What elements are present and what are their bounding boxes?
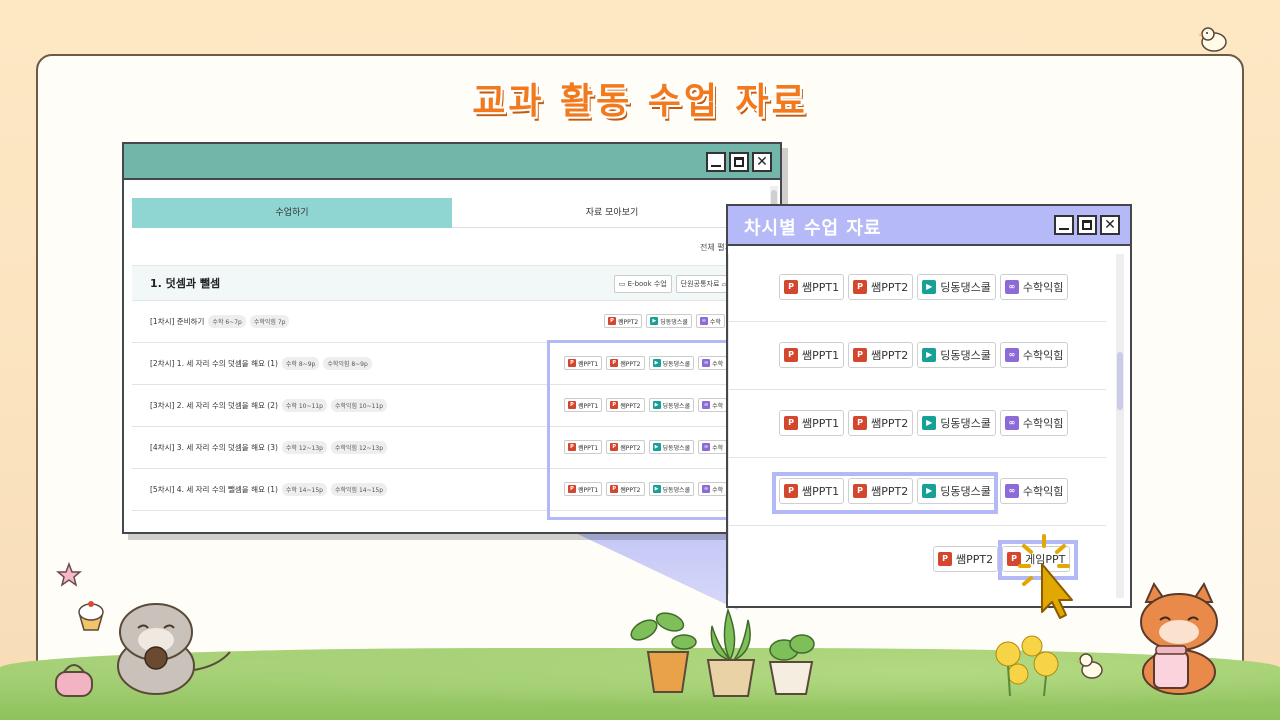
- workbook-button[interactable]: ∞ 수학익힘: [999, 478, 1069, 504]
- link-icon: ∞: [1004, 348, 1019, 362]
- play-icon: ▶: [922, 416, 937, 430]
- ppt2-button[interactable]: P 쌤PPT2: [848, 410, 914, 436]
- page-tag: 수학익힘 7p: [249, 315, 290, 328]
- page-tag: 수학 10~11p: [281, 399, 327, 412]
- link-icon: ∞: [699, 317, 708, 325]
- close-icon[interactable]: ✕: [1100, 215, 1120, 235]
- click-cursor-icon: [1018, 534, 1073, 619]
- maximize-icon[interactable]: [1077, 215, 1097, 235]
- minimize-icon[interactable]: [1054, 215, 1074, 235]
- close-icon[interactable]: ✕: [752, 152, 772, 172]
- workbook-button[interactable]: ∞ 수학: [695, 314, 725, 328]
- bag-icon: [55, 664, 93, 697]
- selection-highlight: [772, 472, 998, 514]
- ppt-icon: P: [853, 348, 868, 362]
- tab-collection[interactable]: 자료 모아보기: [452, 198, 772, 228]
- dingdong-button[interactable]: ▶ 딩동댕스쿨: [646, 314, 692, 328]
- lesson-title: [3차시] 2. 세 자리 수의 덧셈을 해요 (2): [150, 401, 278, 410]
- link-icon: ∞: [1004, 280, 1019, 294]
- material-row: P 쌤PPT1 P 쌤PPT2 ▶ 딩동댕스쿨 ∞ 수학익힘: [729, 322, 1106, 390]
- common-materials-button[interactable]: 단원공통자료 ▱: [675, 275, 732, 293]
- ppt2-button[interactable]: P 쌤PPT2: [848, 274, 914, 300]
- dingdong-button[interactable]: ▶ 딩동댕스쿨: [917, 274, 996, 300]
- chick-decoration: [1198, 27, 1227, 52]
- selection-highlight: [547, 340, 737, 520]
- page-tag: 수학익힘 8~9p: [323, 357, 372, 370]
- page-tag: 수학익힘 10~11p: [330, 399, 388, 412]
- fox-illustration: [1140, 582, 1218, 695]
- play-icon: ▶: [922, 280, 937, 294]
- ppt-icon: P: [853, 416, 868, 430]
- page-title: 교과 활동 수업 자료: [472, 81, 808, 122]
- link-icon: ∞: [1004, 416, 1019, 430]
- lesson-window-titlebar: ✕: [124, 144, 780, 180]
- lesson-title: [1차시] 준비하기: [150, 317, 205, 326]
- ppt-icon: P: [784, 280, 798, 294]
- lesson-title: [4차시] 3. 세 자리 수의 덧셈을 해요 (3): [150, 443, 278, 452]
- workbook-button[interactable]: ∞ 수학익힘: [999, 410, 1069, 436]
- popup-title: 차시별 수업 자료: [744, 218, 882, 239]
- popup-titlebar: 차시별 수업 자료 ✕: [728, 206, 1130, 246]
- tab-lesson[interactable]: 수업하기: [132, 198, 452, 228]
- page-tag: 수학익힘 12~13p: [330, 441, 388, 454]
- ppt2-button[interactable]: P 쌤PPT2: [848, 342, 914, 368]
- expand-all-link[interactable]: 전체 펼치: [132, 228, 772, 265]
- material-row: P 쌤PPT1 P 쌤PPT2 ▶ 딩동댕스쿨 ∞ 수학익힘: [729, 390, 1106, 458]
- workbook-button[interactable]: ∞ 수학익힘: [999, 274, 1069, 300]
- link-icon: ∞: [1004, 484, 1019, 498]
- ppt-icon: P: [608, 317, 616, 325]
- ppt1-button[interactable]: P 쌤PPT1: [779, 274, 845, 300]
- ppt-icon: P: [938, 552, 952, 566]
- popup-scrollbar[interactable]: [1116, 254, 1124, 598]
- lesson-row[interactable]: [1차시] 준비하기 수학 6~7p 수학익힘 7p P 쌤PPT2 ▶ 딩동댕스쿨…: [132, 301, 772, 343]
- play-icon: ▶: [922, 348, 937, 362]
- ppt2-button[interactable]: P 쌤PPT2: [604, 314, 643, 328]
- star-icon: [56, 562, 82, 587]
- ppt1-button[interactable]: P 쌤PPT1: [779, 410, 845, 436]
- page-tag: 수학 12~13p: [281, 441, 327, 454]
- plant-pots-illustration: [630, 607, 815, 697]
- material-row: P 쌤PPT1 P 쌤PPT2 ▶ 딩동댕스쿨 ∞ 수학익힘: [729, 254, 1106, 322]
- page-tag: 수학 6~7p: [208, 315, 246, 328]
- book-icon: ▭: [618, 280, 628, 288]
- ppt-icon: P: [853, 280, 868, 294]
- dingdong-button[interactable]: ▶ 딩동댕스쿨: [917, 410, 996, 436]
- ebook-button[interactable]: ▭ E-book 수업: [613, 275, 672, 293]
- otter-illustration: [117, 603, 231, 695]
- ppt1-button[interactable]: P 쌤PPT1: [779, 342, 845, 368]
- play-icon: ▶: [650, 317, 659, 325]
- ppt-icon: P: [784, 348, 798, 362]
- flowers-illustration: [995, 635, 1103, 696]
- dingdong-button[interactable]: ▶ 딩동댕스쿨: [917, 342, 996, 368]
- cupcake-icon: [78, 601, 104, 631]
- page-tag: 수학 14~15p: [281, 483, 327, 496]
- page-tag: 수학익힘 14~15p: [330, 483, 388, 496]
- unit-header[interactable]: 1. 덧셈과 뺄셈 ▭ E-book 수업 단원공통자료 ▱: [132, 265, 772, 301]
- maximize-icon[interactable]: [729, 152, 749, 172]
- ppt-icon: P: [784, 416, 798, 430]
- minimize-icon[interactable]: [706, 152, 726, 172]
- page-tag: 수학 8~9p: [281, 357, 320, 370]
- unit-title: 1. 덧셈과 뺄셈: [150, 277, 221, 290]
- ppt2-button[interactable]: P 쌤PPT2: [933, 546, 999, 572]
- lesson-title: [5차시] 4. 세 자리 수의 뺄셈을 해요 (1): [150, 485, 278, 494]
- workbook-button[interactable]: ∞ 수학익힘: [999, 342, 1069, 368]
- lesson-title: [2차시] 1. 세 자리 수의 덧셈을 해요 (1): [150, 359, 278, 368]
